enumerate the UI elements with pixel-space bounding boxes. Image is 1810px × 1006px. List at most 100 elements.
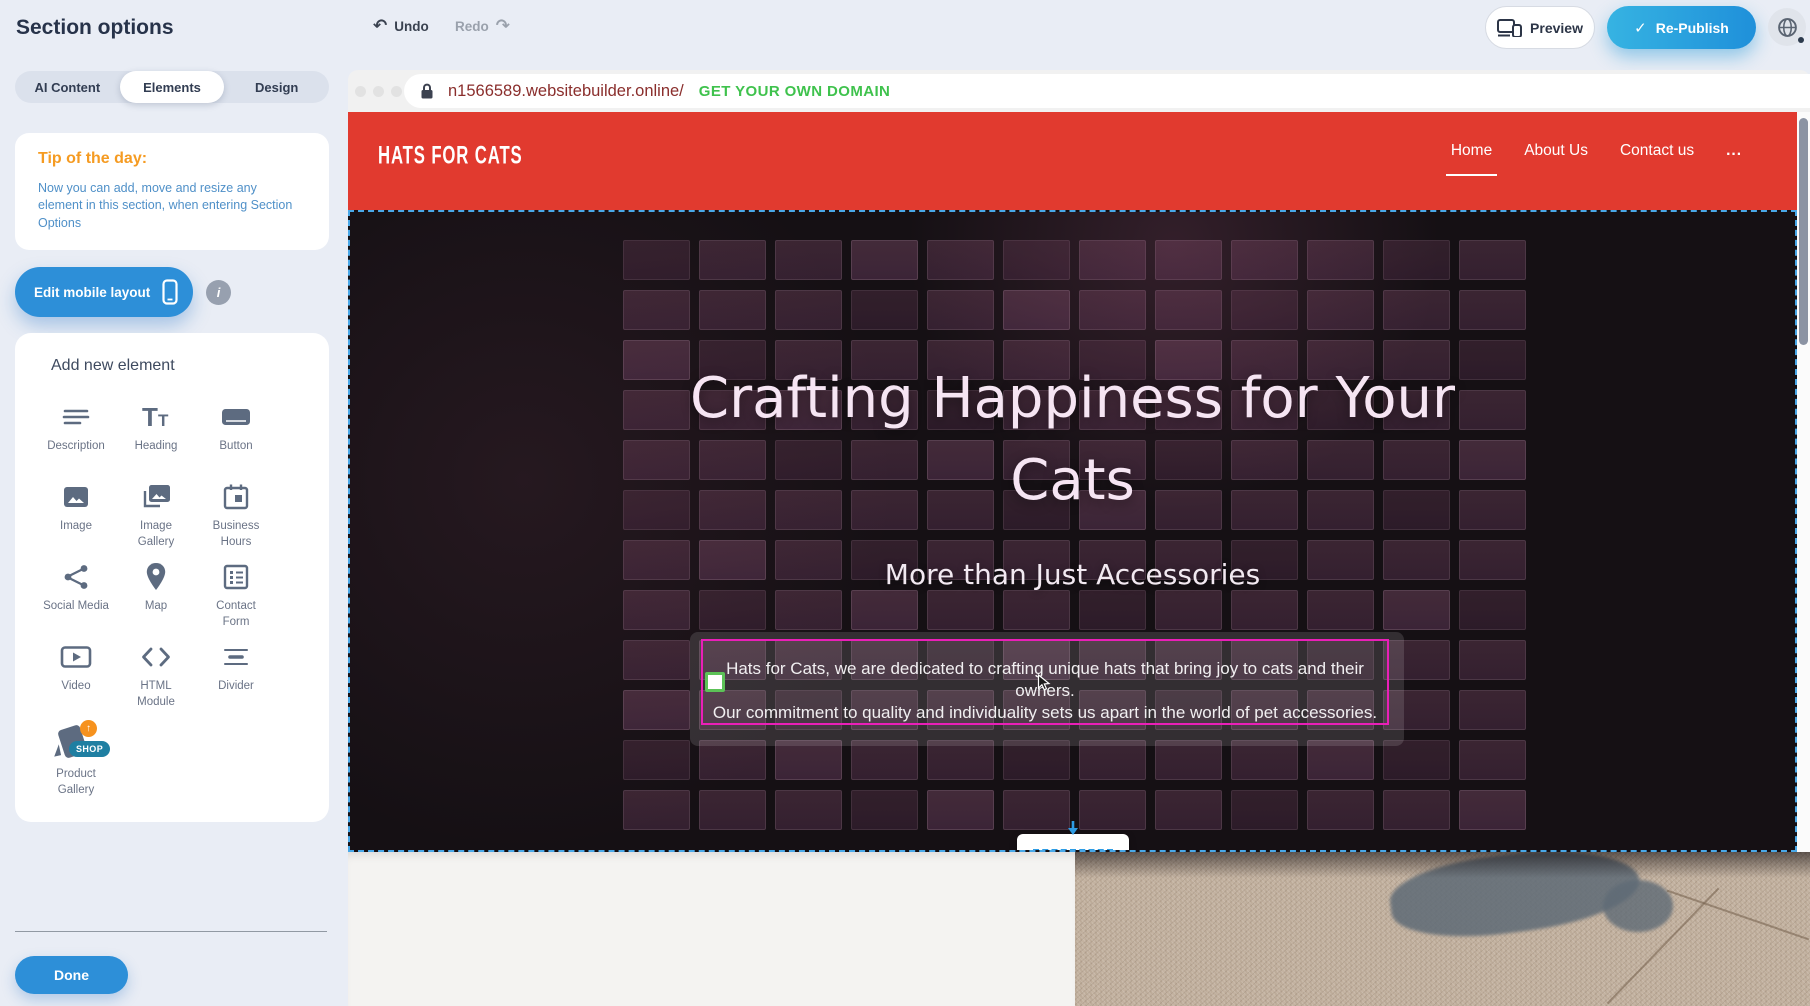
tab-elements[interactable]: Elements	[120, 71, 225, 103]
preview-button[interactable]: Preview	[1485, 6, 1595, 49]
element-image-gallery[interactable]: Image Gallery	[116, 475, 196, 555]
hero-tile	[623, 290, 690, 330]
element-divider[interactable]: Divider	[196, 635, 276, 715]
nav-more-ellipsis[interactable]: ...	[1726, 142, 1742, 160]
hero-tile	[1307, 790, 1374, 830]
hero-tile	[927, 290, 994, 330]
hero-tile	[1079, 590, 1146, 630]
info-icon[interactable]: i	[206, 280, 231, 305]
hero-tile	[623, 590, 690, 630]
hero-tile	[927, 590, 994, 630]
done-button[interactable]: Done	[15, 956, 128, 994]
edit-mobile-layout-button[interactable]: Edit mobile layout	[15, 267, 193, 317]
nav-about-us[interactable]: About Us	[1524, 142, 1588, 160]
undo-label: Undo	[394, 19, 429, 34]
hero-tile	[851, 790, 918, 830]
hero-tile	[1307, 740, 1374, 780]
element-social-media[interactable]: Social Media	[36, 555, 116, 635]
element-button[interactable]: Button	[196, 395, 276, 475]
product-card-corner	[52, 744, 61, 756]
hero-tile	[1155, 240, 1222, 280]
sidebar-divider	[15, 931, 327, 932]
video-icon	[60, 640, 92, 674]
hero-tile	[851, 290, 918, 330]
business-hours-icon	[222, 480, 250, 514]
element-product-gallery[interactable]: ↑ SHOP Product Gallery	[36, 715, 116, 795]
nav-contact-us[interactable]: Contact us	[1620, 142, 1694, 160]
nav-home[interactable]: Home	[1451, 142, 1492, 160]
hero-heading[interactable]: Crafting Happiness for Your Cats	[350, 358, 1795, 522]
hero-tile	[1079, 290, 1146, 330]
hero-tile	[1383, 290, 1450, 330]
image-gallery-icon	[141, 480, 171, 514]
add-element-heading: Add new element	[51, 357, 175, 375]
site-nav: Home About Us Contact us ...	[1451, 142, 1742, 160]
tab-design[interactable]: Design	[224, 71, 329, 103]
hero-tile	[1003, 740, 1070, 780]
address-bar[interactable]: n1566589.websitebuilder.online/ GET YOUR…	[404, 74, 1810, 108]
hero-tile	[699, 290, 766, 330]
hero-tile	[1459, 640, 1526, 680]
undo-icon: ↶	[373, 18, 387, 35]
element-video[interactable]: Video	[36, 635, 116, 715]
hero-tile	[1079, 740, 1146, 780]
hero-subheading[interactable]: More than Just Accessories	[350, 558, 1795, 591]
element-business-hours[interactable]: Business Hours	[196, 475, 276, 555]
hero-tile	[1383, 240, 1450, 280]
hero-tile	[1459, 740, 1526, 780]
check-icon: ✓	[1634, 19, 1647, 37]
tab-ai-content[interactable]: AI Content	[15, 71, 120, 103]
hero-tile	[1459, 690, 1526, 730]
hero-tile	[775, 740, 842, 780]
site-header[interactable]: HATS FOR CATS Home About Us Contact us .…	[348, 112, 1810, 210]
hero-tile	[1383, 790, 1450, 830]
contact-form-icon	[222, 560, 250, 594]
hero-tile	[775, 240, 842, 280]
element-html-module[interactable]: HTML Module	[116, 635, 196, 715]
map-icon	[144, 560, 168, 594]
language-globe-button[interactable]	[1768, 8, 1806, 46]
hero-tile	[1079, 240, 1146, 280]
hero-tile	[623, 640, 690, 680]
globe-badge-dot	[1798, 37, 1804, 43]
hero-tile	[851, 590, 918, 630]
next-section[interactable]	[348, 852, 1810, 1006]
hero-tile	[623, 240, 690, 280]
tip-body: Now you can add, move and resize any ele…	[38, 180, 300, 232]
window-dot-2	[373, 86, 384, 97]
hero-tile	[1231, 240, 1298, 280]
element-map[interactable]: Map	[116, 555, 196, 635]
tip-of-the-day-card: Tip of the day: Now you can add, move an…	[15, 133, 329, 250]
divider-icon	[221, 640, 251, 674]
globe-icon	[1777, 17, 1798, 38]
product-gallery-icon: ↑ SHOP	[52, 720, 100, 762]
hero-tile	[1155, 740, 1222, 780]
hero-tile	[775, 290, 842, 330]
edit-mobile-label: Edit mobile layout	[34, 285, 150, 300]
element-image[interactable]: Image	[36, 475, 116, 555]
hero-tile	[1155, 790, 1222, 830]
redo-button[interactable]: Redo ↷	[455, 18, 510, 35]
section-resize-handle[interactable]	[1017, 834, 1129, 852]
element-contact-form[interactable]: Contact Form	[196, 555, 276, 635]
button-icon	[220, 400, 252, 434]
hero-tile	[1459, 790, 1526, 830]
hero-tile	[1079, 790, 1146, 830]
window-dot-3	[391, 86, 402, 97]
hero-tile	[775, 590, 842, 630]
hero-section[interactable]: Crafting Happiness for Your Cats More th…	[348, 210, 1797, 852]
upgrade-arrow-badge: ↑	[80, 720, 97, 737]
window-dot-1	[355, 86, 366, 97]
redo-label: Redo	[455, 19, 489, 34]
lock-icon	[420, 83, 434, 100]
undo-button[interactable]: ↶ Undo	[373, 18, 429, 35]
republish-button[interactable]: ✓ Re-Publish	[1607, 6, 1756, 49]
element-description[interactable]: Description	[36, 395, 116, 475]
element-heading[interactable]: TT Heading	[116, 395, 196, 475]
hero-tile	[927, 240, 994, 280]
scrollbar-thumb[interactable]	[1799, 118, 1808, 345]
get-domain-link[interactable]: GET YOUR OWN DOMAIN	[699, 83, 891, 100]
hero-tile	[1307, 590, 1374, 630]
site-logo[interactable]: HATS FOR CATS	[378, 143, 523, 172]
svg-text:T: T	[142, 404, 158, 430]
